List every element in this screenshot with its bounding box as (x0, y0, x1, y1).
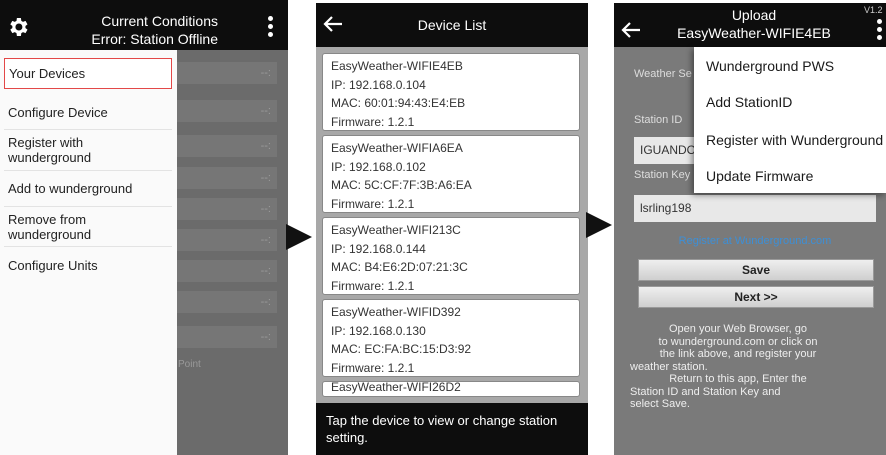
s2-footer: Tap the device to view or change station… (316, 403, 588, 455)
menu-item-add-stationid[interactable]: Add StationID (706, 94, 792, 110)
menu-item-register-wunderground[interactable]: Register with wunderground (4, 130, 172, 171)
device-card[interactable]: EasyWeather-WIFI213C IP: 192.168.0.144 M… (322, 217, 580, 295)
device-name: EasyWeather-WIFIE4EB (331, 59, 463, 73)
back-arrow-icon[interactable] (620, 19, 642, 41)
device-ip: IP: 192.168.0.102 (331, 159, 426, 174)
instruction-line: to wunderground.com or click on (658, 335, 818, 348)
menu-item-register-wunderground[interactable]: Register with Wunderground (706, 132, 883, 148)
instruction-line: the link above, and register your (659, 348, 817, 360)
device-ip: IP: 192.168.0.130 (331, 323, 426, 338)
s2-header: Device List (316, 3, 588, 47)
menu-label: Your Devices (9, 66, 86, 81)
menu-label: Add to wunderground (8, 181, 133, 196)
device-firmware: Firmware: 1.2.1 (331, 114, 415, 129)
device-firmware: Firmware: 1.2.1 (331, 196, 415, 211)
bg-value: --: (177, 326, 277, 348)
instruction-line: weather station. (630, 360, 708, 373)
station-id-label: Station ID (634, 114, 683, 126)
s1-title-line1: Current Conditions (101, 13, 218, 29)
device-ip: IP: 192.168.0.144 (331, 241, 426, 256)
menu-label: Configure Units (8, 257, 98, 273)
flow-arrow-icon (586, 212, 612, 238)
bg-value: --: (177, 198, 277, 220)
s3-title: Upload EasyWeather-WIFIE4EB (654, 6, 854, 42)
bg-value: --: (177, 135, 277, 157)
station-key-input[interactable]: lsrling198 (634, 195, 876, 222)
menu-item-configure-units[interactable]: Configure Units (4, 247, 172, 283)
bg-value: --: (177, 291, 277, 313)
footer-hint: Tap the device to view or change station… (326, 413, 558, 445)
bg-value: --: (177, 62, 277, 84)
bg-value: --: (177, 167, 277, 189)
weather-label: Weather Se (634, 68, 692, 80)
overflow-menu-icon[interactable] (877, 19, 882, 40)
instructions-text: Open your Web Browser, go to wundergroun… (626, 323, 850, 411)
s3-header: Upload EasyWeather-WIFIE4EB V1.2 (614, 3, 886, 47)
device-mac: MAC: EC:FA:BC:15:D3:92 (331, 342, 472, 356)
bg-value: --: (177, 229, 277, 251)
s1-title: Current Conditions Error: Station Offlin… (40, 12, 218, 48)
device-ip: IP: 192.168.0.104 (331, 77, 426, 92)
device-mac: MAC: B4:E6:2D:07:21:3C (331, 260, 468, 274)
s3-title-line1: Upload (731, 7, 777, 23)
back-arrow-icon[interactable] (322, 13, 344, 35)
s1-header: Current Conditions Error: Station Offlin… (0, 0, 288, 50)
menu-item-your-devices[interactable]: Your Devices (4, 58, 172, 89)
instruction-line: Station ID and Station Key and (630, 385, 781, 398)
menu-label: Configure Device (8, 105, 108, 120)
s3-title-line2: EasyWeather-WIFIE4EB (677, 25, 831, 41)
menu-item-configure-device[interactable]: Configure Device (4, 96, 172, 130)
station-key-label: Station Key (634, 169, 691, 181)
bg-dewpoint-label: Point (178, 359, 201, 370)
save-button[interactable]: Save (638, 259, 874, 281)
bg-value: --: (177, 100, 277, 122)
menu-item-remove-wunderground[interactable]: Remove from wunderground (4, 207, 172, 247)
menu-label: wunderground (8, 226, 92, 242)
device-card[interactable]: EasyWeather-WIFIE4EB IP: 192.168.0.104 M… (322, 53, 580, 131)
overflow-menu-icon[interactable] (268, 16, 273, 37)
device-name: EasyWeather-WIFIA6EA (331, 141, 463, 155)
register-link[interactable]: Register at Wunderground.com (634, 235, 876, 247)
gear-icon[interactable] (6, 15, 30, 39)
menu-label: Register with (8, 135, 84, 150)
menu-label: wunderground (8, 150, 92, 165)
device-mac: MAC: 5C:CF:7F:3B:A6:EA (331, 178, 472, 192)
s1-title-line2: Error: Station Offline (91, 31, 218, 47)
device-name: EasyWeather-WIFID392 (331, 305, 461, 319)
menu-label: Remove from (8, 211, 87, 227)
s2-title: Device List (417, 17, 487, 33)
device-name: EasyWeather-WIFI213C (331, 223, 461, 237)
instruction-line: select Save. (630, 398, 690, 410)
menu-item-wunderground-pws[interactable]: Wunderground PWS (706, 58, 834, 74)
instruction-line: Return to this app, Enter the (669, 373, 807, 385)
instruction-line: Open your Web Browser, go (669, 323, 807, 335)
device-firmware: Firmware: 1.2.1 (331, 360, 415, 375)
device-card[interactable]: EasyWeather-WIFIA6EA IP: 192.168.0.102 M… (322, 135, 580, 213)
next-button[interactable]: Next >> (638, 286, 874, 308)
device-card-partial[interactable]: EasyWeather-WIFI26D2 (322, 381, 580, 397)
flow-arrow-icon (286, 224, 312, 250)
device-card[interactable]: EasyWeather-WIFID392 IP: 192.168.0.130 M… (322, 299, 580, 377)
menu-item-add-wunderground[interactable]: Add to wunderground (4, 171, 172, 207)
overflow-menu: Wunderground PWS Add StationID Register … (694, 47, 886, 193)
device-mac: MAC: 60:01:94:43:E4:EB (331, 96, 466, 110)
menu-item-update-firmware[interactable]: Update Firmware (706, 168, 813, 184)
device-firmware: Firmware: 1.2.1 (331, 278, 415, 293)
bg-value: --: (177, 260, 277, 282)
device-name: EasyWeather-WIFI26D2 (331, 381, 461, 394)
version-label: V1.2 (864, 5, 883, 15)
